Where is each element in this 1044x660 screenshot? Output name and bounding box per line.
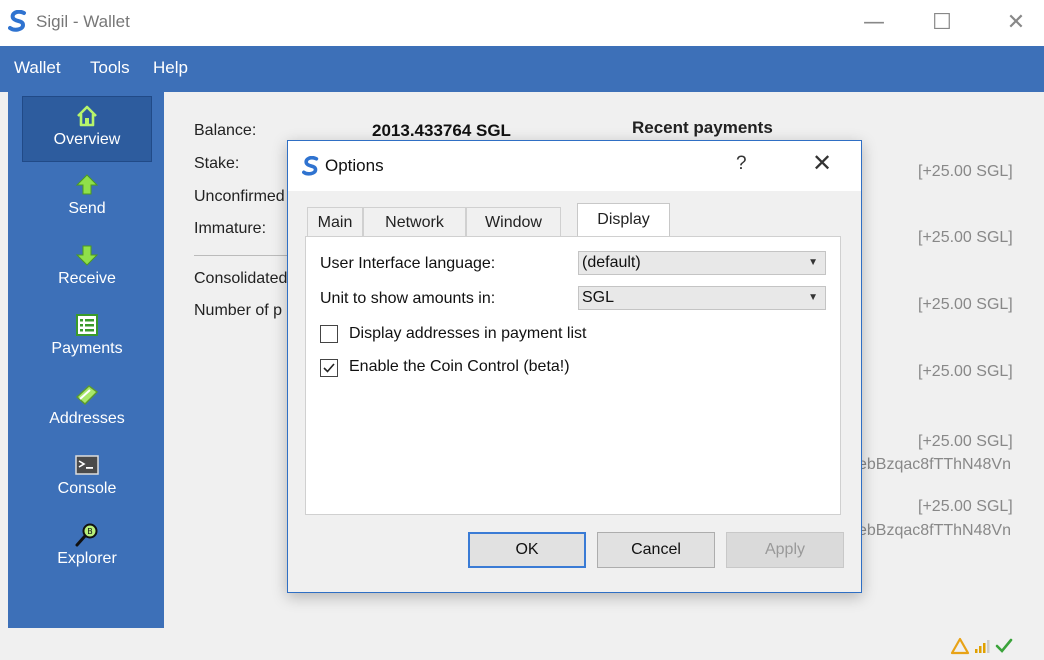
balance-value: 2013.433764 SGL (372, 121, 511, 140)
sidebar-item-payments[interactable]: Payments (22, 306, 152, 372)
language-label: User Interface language: (320, 255, 496, 272)
recent-payments-title: Recent payments (632, 118, 773, 137)
consolidated-label: Consolidated (194, 270, 288, 287)
tab-network[interactable]: Network (363, 207, 466, 237)
close-button[interactable]: ✕ (996, 8, 1036, 38)
dialog-close-button[interactable]: ✕ (812, 149, 832, 177)
sigil-logo-icon (8, 10, 26, 32)
down-arrow-icon (75, 245, 99, 266)
stake-label: Stake: (194, 155, 240, 172)
tag-icon (75, 385, 99, 405)
sidebar-item-addresses[interactable]: Addresses (22, 376, 152, 442)
check-icon (323, 363, 335, 373)
sigil-logo-icon (302, 156, 319, 176)
overview-separator (194, 255, 294, 256)
sidebar-label-overview: Overview (53, 131, 121, 148)
sidebar-label-addresses: Addresses (49, 410, 125, 427)
unit-select[interactable]: SGL ▼ (578, 286, 826, 310)
up-arrow-icon (75, 174, 99, 195)
apply-button[interactable]: Apply (726, 532, 844, 568)
unit-label: Unit to show amounts in: (320, 290, 496, 307)
sidebar-label-payments: Payments (51, 340, 123, 357)
cancel-button[interactable]: Cancel (597, 532, 715, 568)
payment-amount: [+25.00 SGL] (918, 296, 1013, 313)
sidebar-label-console: Console (57, 480, 117, 497)
sidebar-label-receive: Receive (58, 270, 116, 287)
sidebar-item-send[interactable]: Send (22, 166, 152, 232)
options-dialog: Options ? ✕ Main Network Window Display … (287, 140, 862, 593)
coin-control-label: Enable the Coin Control (beta!) (349, 358, 570, 375)
list-icon (76, 314, 98, 336)
payment-amount: [+25.00 SGL] (918, 433, 1013, 450)
sidebar-item-receive[interactable]: Receive (22, 236, 152, 302)
display-addresses-label: Display addresses in payment list (349, 325, 587, 342)
window-title: Sigil - Wallet (36, 12, 130, 31)
display-tab-panel: User Interface language: (default) ▼ Uni… (305, 236, 841, 515)
coin-control-checkbox[interactable] (320, 359, 338, 377)
ok-button[interactable]: OK (468, 532, 586, 568)
sidebar-item-explorer[interactable]: B Explorer (22, 516, 152, 582)
minimize-button[interactable]: — (854, 8, 894, 38)
balance-label: Balance: (194, 122, 257, 139)
tab-window[interactable]: Window (466, 207, 561, 237)
warning-icon (950, 637, 970, 655)
dialog-title: Options (325, 156, 384, 175)
menu-tools[interactable]: Tools (90, 58, 130, 78)
maximize-button[interactable]: ☐ (922, 8, 962, 38)
sidebar: Overview Send Receive Payments Addresses (8, 92, 164, 628)
unit-select-value: SGL (582, 289, 615, 306)
menu-wallet[interactable]: Wallet (14, 58, 61, 78)
language-select[interactable]: (default) ▼ (578, 251, 826, 275)
unconfirmed-label: Unconfirmed (194, 188, 285, 205)
sidebar-label-send: Send (68, 200, 106, 217)
payment-address: ebBzqac8fTThN48Vn (858, 456, 1011, 473)
chevron-down-icon: ▼ (808, 257, 818, 268)
svg-text:B: B (87, 527, 93, 536)
number-of-label: Number of p (194, 302, 283, 319)
synced-check-icon (995, 638, 1013, 653)
tab-display[interactable]: Display (577, 203, 670, 237)
status-bar (0, 632, 1044, 660)
dialog-titlebar: Options ? ✕ (288, 141, 861, 191)
sidebar-label-explorer: Explorer (57, 550, 117, 567)
payment-amount: [+25.00 SGL] (918, 363, 1013, 380)
tab-main[interactable]: Main (307, 207, 363, 237)
payment-amount: [+25.00 SGL] (918, 163, 1013, 180)
signal-icon (975, 640, 990, 653)
display-addresses-checkbox[interactable] (320, 325, 338, 343)
sidebar-item-console[interactable]: Console (22, 446, 152, 512)
language-select-value: (default) (582, 254, 641, 271)
chevron-down-icon: ▼ (808, 292, 818, 303)
menu-help[interactable]: Help (153, 58, 188, 78)
payment-amount: [+25.00 SGL] (918, 498, 1013, 515)
terminal-icon (75, 455, 99, 475)
menu-bar: Wallet Tools Help (0, 46, 1044, 92)
payment-address: ebBzqac8fTThN48Vn (858, 522, 1011, 539)
magnifier-icon: B (75, 523, 98, 547)
home-icon (77, 105, 97, 127)
immature-label: Immature: (194, 220, 267, 237)
payment-amount: [+25.00 SGL] (918, 229, 1013, 246)
window-titlebar: Sigil - Wallet — ☐ ✕ (0, 0, 1044, 46)
sidebar-item-overview[interactable]: Overview (22, 96, 152, 162)
dialog-help-button[interactable]: ? (736, 153, 747, 175)
